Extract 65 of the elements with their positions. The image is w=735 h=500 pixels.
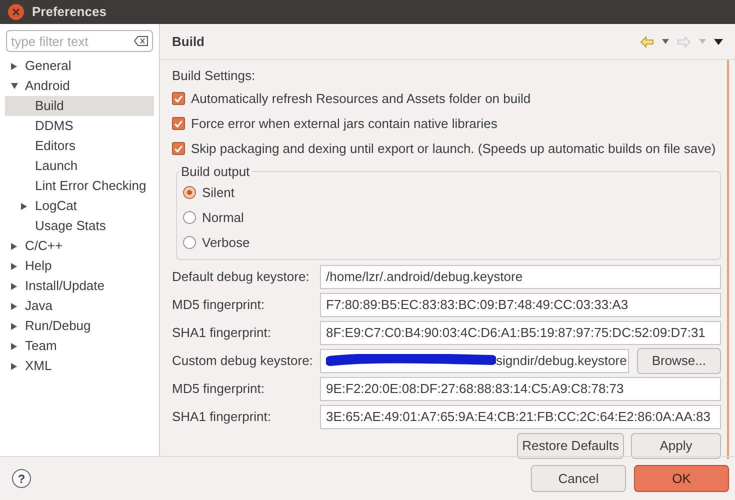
browse-button[interactable]: Browse... — [636, 348, 721, 374]
field-label: SHA1 fingerprint: — [172, 408, 272, 426]
tree-item[interactable]: Launch — [5, 156, 154, 176]
text-field[interactable]: F7:80:89:B5:EC:83:83:BC:09:B7:48:49:CC:03:33:A3 — [320, 293, 721, 317]
radio-label: Silent — [202, 184, 235, 202]
clear-icon[interactable] — [134, 36, 148, 46]
filter-field[interactable]: type filter text — [6, 30, 153, 52]
checkbox[interactable] — [172, 92, 185, 105]
text-field[interactable]: 9E:F2:20:0E:08:DF:27:68:88:83:14:C5:A9:C8:78:73 — [320, 377, 721, 401]
page-title: Build — [172, 32, 204, 51]
ok-button[interactable]: OK — [634, 465, 729, 492]
expanded-arrow-icon[interactable] — [10, 83, 18, 89]
view-menu-icon[interactable] — [714, 38, 723, 44]
tree-item[interactable]: Usage Stats — [5, 216, 154, 236]
field-label: SHA1 fingerprint: — [172, 324, 272, 342]
radio-button[interactable] — [183, 211, 196, 224]
tree-item[interactable]: Lint Error Checking — [5, 176, 154, 196]
text-field[interactable]: signdir/debug.keystore — [320, 349, 629, 373]
close-icon — [12, 8, 20, 16]
collapsed-arrow-icon[interactable] — [21, 202, 27, 210]
radio-label: Normal — [202, 208, 244, 227]
checkbox[interactable] — [172, 117, 185, 130]
apply-button[interactable]: Apply — [631, 433, 721, 459]
collapsed-arrow-icon[interactable] — [11, 322, 17, 330]
checkbox-label: Automatically refresh Resources and Assets folder on build — [191, 90, 531, 108]
collapsed-arrow-icon[interactable] — [11, 362, 17, 370]
tree-item[interactable]: Editors — [5, 136, 154, 156]
text-field[interactable]: /home/lzr/.android/debug.keystore — [320, 265, 721, 289]
tree-item[interactable]: Java — [5, 296, 154, 316]
tree-item[interactable]: C/C++ — [5, 236, 154, 256]
text-field[interactable]: 8F:E9:C7:C0:B4:90:03:4C:D6:A1:B5:19:87:97:75:DC:52:09:D7:31 — [320, 321, 721, 345]
tree-item[interactable]: Android — [5, 76, 154, 96]
field-label: Custom debug keystore: — [172, 352, 314, 370]
tree-item[interactable]: DDMS — [5, 116, 154, 136]
tree-item[interactable]: Install/Update — [5, 276, 154, 296]
radio-button[interactable] — [183, 236, 196, 249]
help-button[interactable]: ? — [12, 469, 31, 488]
tree-item[interactable]: Team — [5, 336, 154, 356]
checkbox-label: Skip packaging and dexing until export or launch. (Speeds up automatic builds on file save) — [191, 140, 716, 158]
dropdown-arrow-icon[interactable] — [662, 39, 669, 44]
checkbox-label: Force error when external jars contain native libraries — [191, 114, 498, 133]
tree-item[interactable]: General — [5, 56, 154, 76]
collapsed-arrow-icon[interactable] — [11, 62, 17, 70]
collapsed-arrow-icon[interactable] — [11, 262, 17, 270]
collapsed-arrow-icon[interactable] — [11, 302, 17, 310]
tree-item[interactable]: LogCat — [5, 196, 154, 216]
close-button[interactable] — [8, 4, 24, 20]
checkbox[interactable] — [172, 142, 185, 155]
collapsed-arrow-icon[interactable] — [11, 342, 17, 350]
radio-button[interactable] — [183, 186, 196, 199]
radio-label: Verbose — [202, 234, 250, 252]
field-label: Default debug keystore: — [172, 268, 310, 286]
window-title: Preferences — [32, 3, 106, 22]
collapsed-arrow-icon[interactable] — [11, 242, 17, 250]
field-label: MD5 fingerprint: — [172, 380, 266, 398]
collapsed-arrow-icon[interactable] — [11, 282, 17, 290]
text-field[interactable]: 3E:65:AE:49:01:A7:65:9A:E4:CB:21:FB:CC:2C:64:E2:86:0A:AA:83 — [320, 405, 721, 429]
cancel-button[interactable]: Cancel — [531, 465, 626, 492]
restore-defaults-button[interactable]: Restore Defaults — [517, 433, 624, 459]
tree-item[interactable]: Run/Debug — [5, 316, 154, 336]
tree-item[interactable]: Build — [5, 96, 154, 116]
section-label: Build Settings: — [172, 67, 256, 86]
field-label: MD5 fingerprint: — [172, 296, 266, 314]
tree-item[interactable]: Help — [5, 256, 154, 276]
tree-item[interactable]: XML — [5, 356, 154, 376]
